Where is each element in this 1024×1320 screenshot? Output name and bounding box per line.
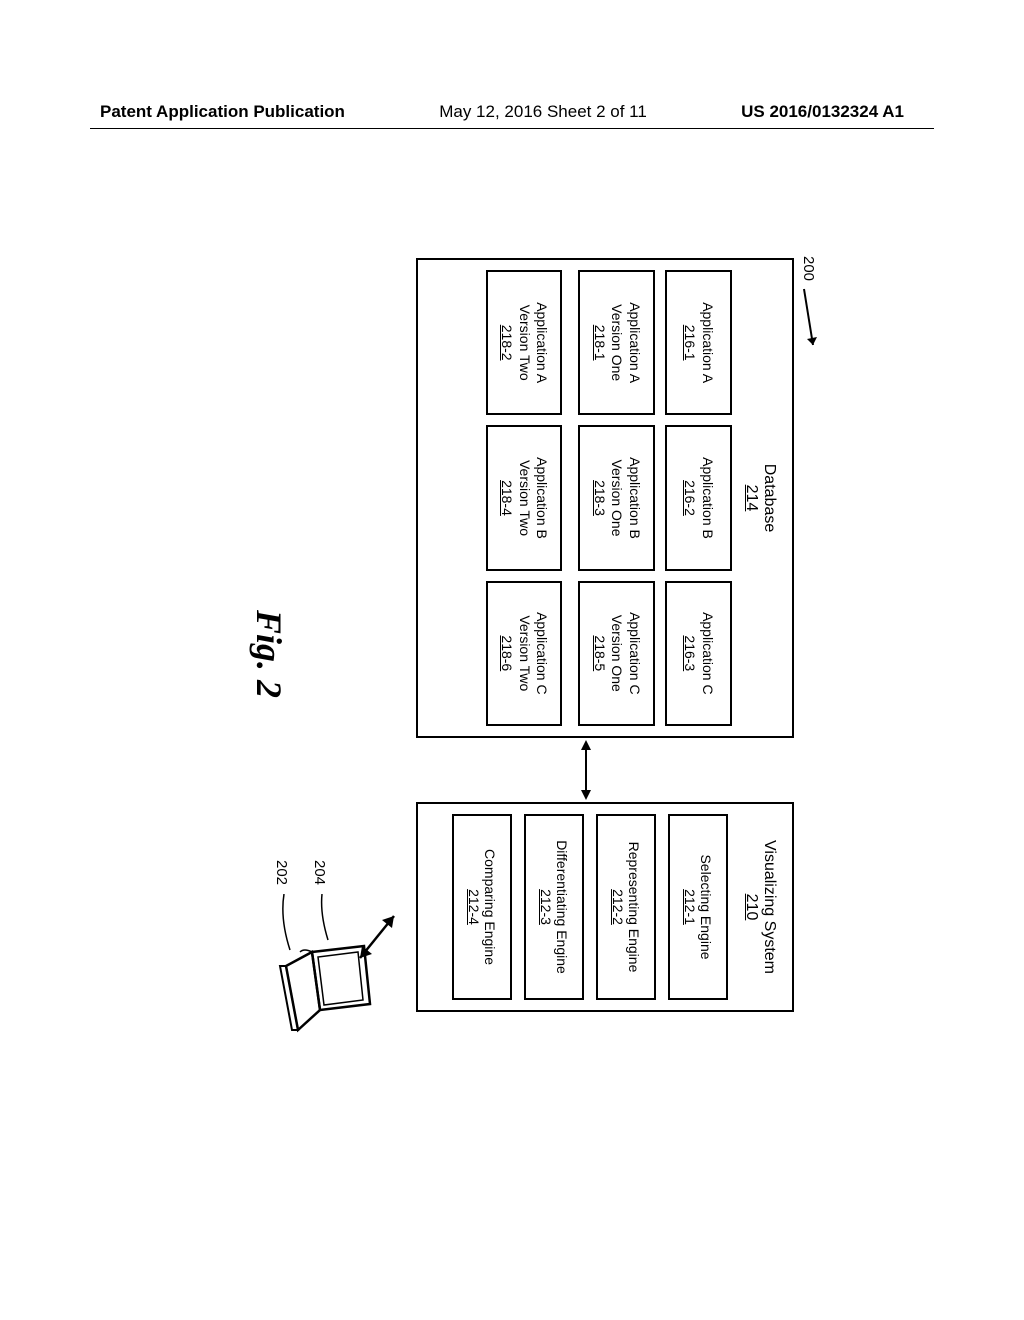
application-a-v1: Application A Version One 218-1 xyxy=(579,270,656,415)
app-c-ref: 216-3 xyxy=(681,589,699,718)
app-b-v1-l2: Version One xyxy=(608,433,626,562)
app-c-v1-l2: Version One xyxy=(608,589,626,718)
app-b-v2-ref: 218-4 xyxy=(498,433,516,562)
app-a-v2-l1: Application A xyxy=(533,278,551,407)
page-header: Patent Application Publication May 12, 2… xyxy=(0,102,1024,122)
engine-1-name: Representing Engine xyxy=(626,822,642,992)
database-box: Database 214 Application A 216-1 Applica… xyxy=(416,258,794,738)
database-grid: Application A 216-1 Application A Versio… xyxy=(486,270,732,726)
database-ref: 214 xyxy=(742,270,760,726)
database-col-b: Application B 216-2 Application B Versio… xyxy=(486,425,732,570)
application-b-v1: Application B Version One 218-3 xyxy=(579,425,656,570)
engine-2-name: Differentiating Engine xyxy=(554,822,570,992)
lead-line-204 xyxy=(318,894,330,944)
figure-ref-200: 200 xyxy=(800,256,818,357)
connector-double-arrow-icon xyxy=(578,740,594,800)
app-b-v1-ref: 218-3 xyxy=(591,433,609,562)
engine-0-name: Selecting Engine xyxy=(698,822,714,992)
header-divider xyxy=(90,128,934,129)
application-a: Application A 216-1 xyxy=(665,270,732,415)
comparing-engine: Comparing Engine 212-4 xyxy=(452,814,512,1000)
figure-ref-label: 200 xyxy=(801,256,818,281)
app-c-v1-ref: 218-5 xyxy=(591,589,609,718)
app-a-v1-ref: 218-1 xyxy=(591,278,609,407)
application-b: Application B 216-2 xyxy=(665,425,732,570)
representing-engine: Representing Engine 212-2 xyxy=(596,814,656,1000)
figure-label: Fig. 2 xyxy=(248,610,290,698)
app-a-name: Application A xyxy=(699,278,717,407)
database-title-text: Database xyxy=(760,270,778,726)
header-sheet: May 12, 2016 Sheet 2 of 11 xyxy=(439,102,647,122)
app-b-v1-l1: Application B xyxy=(626,433,644,562)
system-title: Visualizing System 210 xyxy=(742,814,778,1000)
app-b-ref: 216-2 xyxy=(681,433,699,562)
app-b-v2-l1: Application B xyxy=(533,433,551,562)
application-c-v1: Application C Version One 218-5 xyxy=(579,581,656,726)
app-c-name: Application C xyxy=(699,589,717,718)
label-204: 204 xyxy=(311,860,328,885)
database-col-a: Application A 216-1 Application A Versio… xyxy=(486,270,732,415)
engine-1-ref: 212-2 xyxy=(610,822,626,992)
app-c-v2-l2: Version Two xyxy=(516,589,534,718)
app-a-v1-l1: Application A xyxy=(626,278,644,407)
differentiating-engine: Differentiating Engine 212-3 xyxy=(524,814,584,1000)
engine-3-name: Comparing Engine xyxy=(482,822,498,992)
leader-arrow-icon xyxy=(800,287,818,357)
application-c-v2: Application C Version Two 218-6 xyxy=(486,581,563,726)
app-c-v1-l1: Application C xyxy=(626,589,644,718)
selecting-engine: Selecting Engine 212-1 xyxy=(668,814,728,1000)
visualizing-system-box: Visualizing System 210 Selecting Engine … xyxy=(416,802,794,1012)
system-title-text: Visualizing System xyxy=(760,814,778,1000)
database-title: Database 214 xyxy=(742,270,778,726)
database-col-c: Application C 216-3 Application C Versio… xyxy=(486,581,732,726)
figure-2-diagram: 200 Database 214 Application A 216-1 App… xyxy=(180,250,830,1070)
application-b-v2: Application B Version Two 218-4 xyxy=(486,425,563,570)
application-c: Application C 216-3 xyxy=(665,581,732,726)
app-c-v2-ref: 218-6 xyxy=(498,589,516,718)
header-patent-number: US 2016/0132324 A1 xyxy=(741,102,904,122)
application-a-v2: Application A Version Two 218-2 xyxy=(486,270,563,415)
app-a-v2-l2: Version Two xyxy=(516,278,534,407)
system-ref: 210 xyxy=(742,814,760,1000)
app-b-name: Application B xyxy=(699,433,717,562)
app-a-v2-ref: 218-2 xyxy=(498,278,516,407)
app-b-v2-l2: Version Two xyxy=(516,433,534,562)
lead-line-202 xyxy=(278,894,292,954)
engine-3-ref: 212-4 xyxy=(466,822,482,992)
label-202: 202 xyxy=(273,860,290,885)
engine-0-ref: 212-1 xyxy=(682,822,698,992)
app-a-v1-l2: Version One xyxy=(608,278,626,407)
app-a-ref: 216-1 xyxy=(681,278,699,407)
laptop-area: 204 202 xyxy=(250,800,400,1040)
app-c-v2-l1: Application C xyxy=(533,589,551,718)
engine-2-ref: 212-3 xyxy=(538,822,554,992)
header-publication: Patent Application Publication xyxy=(100,102,345,122)
